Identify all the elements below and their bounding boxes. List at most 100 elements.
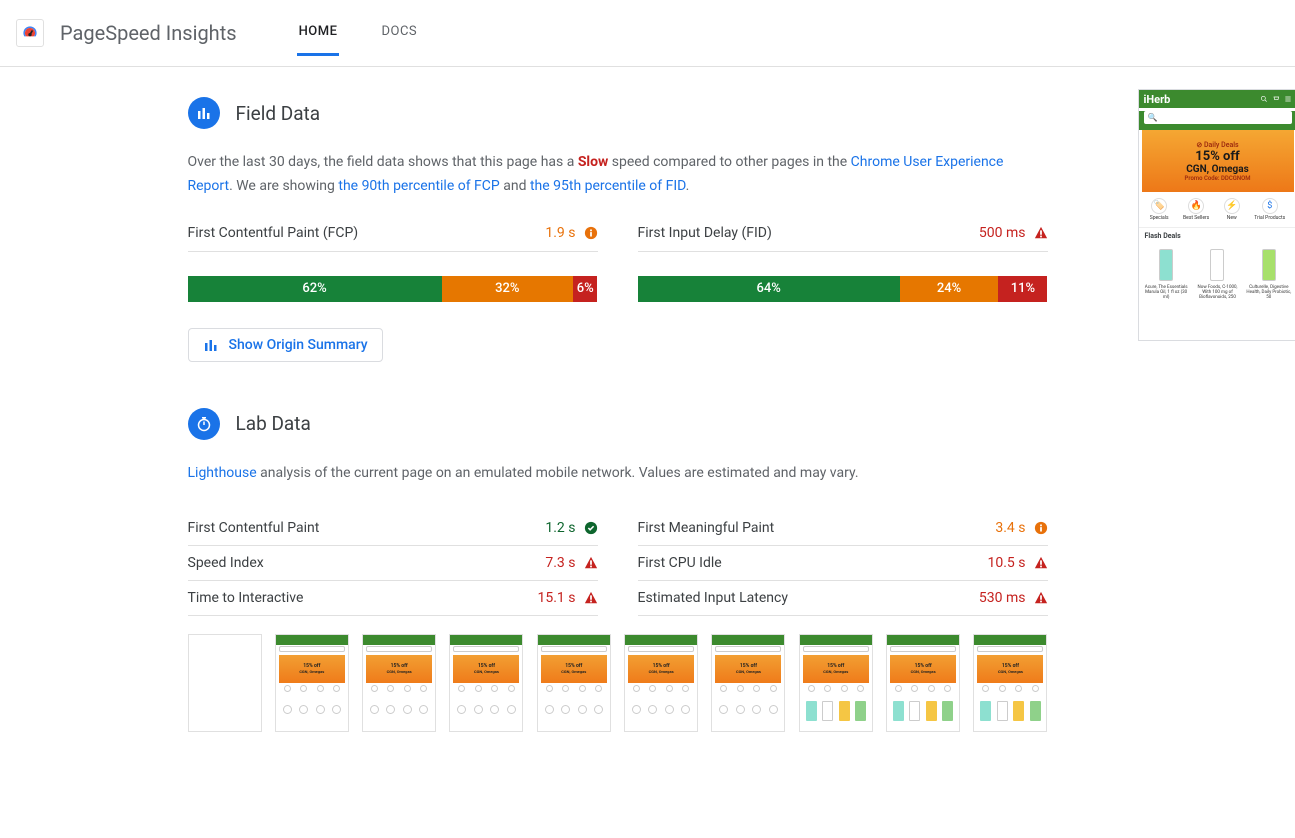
lab-metric-name: Speed Index [188, 555, 264, 571]
filmstrip-frame: 15% offCGN, Omegas [362, 634, 436, 732]
bar-chart-icon [203, 337, 219, 353]
lab-data-section: Lab Data Lighthouse analysis of the curr… [188, 408, 1108, 733]
check-circle-icon [584, 521, 598, 535]
lab-metric-row[interactable]: First Meaningful Paint 3.4 s [638, 511, 1048, 546]
ss-products: Acure, The Essentials Marula Oil, 1 fl o… [1139, 244, 1295, 301]
page-screenshot: iHerb 🔍 ⊘ Daily Deals 15% off CGN, Omega… [1138, 89, 1295, 341]
lab-metric-name: First Meaningful Paint [638, 520, 775, 536]
info-circle-icon [1034, 521, 1048, 535]
ss-category: ⚡ New [1224, 198, 1240, 221]
origin-button-label: Show Origin Summary [229, 337, 368, 353]
ss-product: Culturelle, Digestive Health, Daily Prob… [1244, 244, 1293, 301]
ss-product: Acure, The Essentials Marula Oil, 1 fl o… [1142, 244, 1191, 301]
ss-logo: iHerb [1144, 93, 1256, 106]
app-logo [16, 19, 44, 47]
fcp-distribution-bar: 62% 32% 6% [188, 276, 598, 302]
lab-right-column: First Meaningful Paint 3.4 s First CPU Idl… [638, 511, 1048, 616]
category-icon: 🏷️ [1151, 198, 1167, 214]
product-image [1202, 244, 1232, 286]
fid-value-text: 500 ms [979, 225, 1026, 241]
lab-metric-row[interactable]: First CPU Idle10.5 s [638, 546, 1048, 581]
warning-triangle-icon [1034, 226, 1048, 240]
filmstrip-frame: 15% offCGN, Omegas [275, 634, 349, 732]
lab-metric-value: 7.3 s [545, 555, 597, 571]
fid-fast-segment: 64% [638, 276, 900, 302]
fcp-column: First Contentful Paint (FCP) 1.9 s 62% 3… [188, 225, 598, 302]
lab-left-column: First Contentful Paint 1.2 s Speed Index 7.… [188, 511, 598, 616]
lab-metric-value: 1.2 s [545, 520, 597, 536]
fcp-value: 1.9 s [545, 225, 597, 241]
stopwatch-icon [188, 408, 220, 440]
fid-value: 500 ms [979, 225, 1048, 241]
ss-category: 🔥 Best Sellers [1183, 198, 1209, 221]
ss-product: Now Foods, C-1000, With 100 mg of Biofla… [1193, 244, 1242, 301]
ss-category: $ Trial Products [1254, 198, 1285, 221]
lab-data-title: Lab Data [236, 412, 311, 435]
warning-triangle-icon [1034, 591, 1048, 605]
fid-distribution-bar: 64% 24% 11% [638, 276, 1048, 302]
warning-triangle-icon [1034, 556, 1048, 570]
lab-intro-text: analysis of the current page on an emula… [257, 465, 859, 481]
tab-home[interactable]: HOME [297, 10, 340, 56]
intro-mid: speed compared to other pages in the [608, 154, 850, 170]
category-icon: $ [1262, 198, 1278, 214]
ss-daily-deals: ⊘ Daily Deals [1196, 141, 1238, 149]
app-title: PageSpeed Insights [60, 21, 237, 45]
fcp-value-text: 1.9 s [545, 225, 575, 241]
product-image [1254, 244, 1284, 286]
field-intro: Over the last 30 days, the field data sh… [188, 151, 1008, 199]
lab-metric-name: First Contentful Paint [188, 520, 320, 536]
filmstrip-frame: 15% offCGN, Omegas [711, 634, 785, 732]
fid-slow-segment: 11% [998, 276, 1047, 302]
fcp-avg-segment: 32% [442, 276, 573, 302]
lab-metric-name: First CPU Idle [638, 555, 722, 571]
search-icon: 🔍 [1148, 113, 1158, 122]
category-icon: ⚡ [1224, 198, 1240, 214]
fid-percentile-link[interactable]: the 95th percentile of FID [530, 178, 686, 194]
lab-metric-row[interactable]: First Contentful Paint 1.2 s [188, 511, 598, 546]
fcp-percentile-link[interactable]: the 90th percentile of FCP [338, 178, 499, 194]
lab-metric-value: 3.4 s [995, 520, 1047, 536]
filmstrip-frame: 15% offCGN, Omegas [886, 634, 960, 732]
ss-deal-banner: ⊘ Daily Deals 15% off CGN, Omegas Promo … [1142, 130, 1294, 192]
fid-column: First Input Delay (FID) 500 ms 64% 24% 1… [638, 225, 1048, 302]
lab-intro: Lighthouse analysis of the current page … [188, 462, 1008, 486]
warning-triangle-icon [584, 556, 598, 570]
fcp-slow-segment: 6% [573, 276, 598, 302]
field-data-section: Field Data Over the last 30 days, the fi… [188, 97, 1108, 362]
bar-chart-icon [188, 97, 220, 129]
lab-metric-row[interactable]: Time to Interactive 15.1 s [188, 581, 598, 616]
lab-metric-name: Estimated Input Latency [638, 590, 788, 606]
lab-metric-row[interactable]: Speed Index 7.3 s [188, 546, 598, 581]
warning-triangle-icon [584, 591, 598, 605]
product-text: Acure, The Essentials Marula Oil, 1 fl o… [1142, 286, 1191, 301]
intro-show: . We are showing [229, 178, 338, 194]
intro-and: and [500, 178, 530, 194]
ss-section-label: Flash Deals [1139, 228, 1295, 244]
cart-icon [1272, 95, 1280, 103]
category-icon: 🔥 [1188, 198, 1204, 214]
gauge-icon [20, 23, 40, 43]
category-label: Best Sellers [1183, 216, 1209, 221]
intro-end: . [686, 178, 690, 194]
tab-docs[interactable]: DOCS [379, 10, 419, 56]
category-label: New [1227, 216, 1237, 221]
lab-metric-value: 15.1 s [538, 590, 598, 606]
show-origin-summary-button[interactable]: Show Origin Summary [188, 328, 383, 362]
ss-promo-code: Promo Code: DDCGNOM [1185, 175, 1251, 182]
fid-name: First Input Delay (FID) [638, 225, 772, 241]
filmstrip-frame: 15% offCGN, Omegas [624, 634, 698, 732]
filmstrip-frame: 15% offCGN, Omegas [449, 634, 523, 732]
lab-metric-value: 530 ms [979, 590, 1048, 606]
category-label: Specials [1150, 216, 1169, 221]
search-icon [1260, 95, 1268, 103]
info-circle-icon [584, 226, 598, 240]
fid-avg-segment: 24% [900, 276, 998, 302]
menu-icon [1284, 95, 1292, 103]
lighthouse-link[interactable]: Lighthouse [188, 465, 257, 481]
category-label: Trial Products [1254, 216, 1285, 221]
lab-metric-row[interactable]: Estimated Input Latency 530 ms [638, 581, 1048, 616]
intro-pre: Over the last 30 days, the field data sh… [188, 154, 578, 170]
field-data-title: Field Data [236, 102, 321, 125]
lab-metric-name: Time to Interactive [188, 590, 304, 606]
